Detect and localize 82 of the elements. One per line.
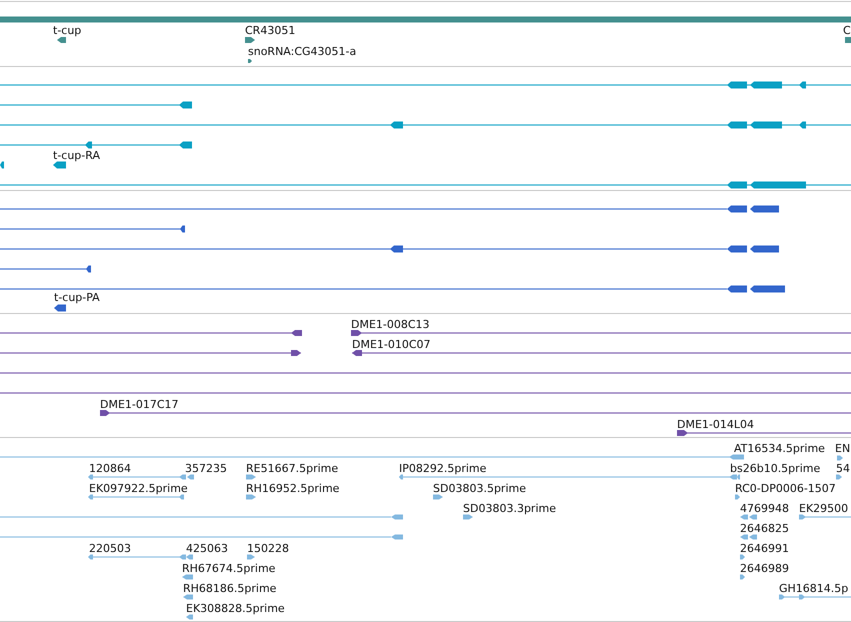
feature-label: IP08292.5prime — [399, 462, 486, 475]
est-glyph[interactable] — [779, 594, 851, 600]
protein-glyph[interactable] — [0, 286, 785, 292]
feature-label: t-cup-PA — [54, 291, 100, 304]
feature-label: 425063 — [186, 542, 228, 555]
feature-label: 54 — [836, 462, 850, 475]
feature-label: SD03803.3prime — [463, 502, 556, 515]
feature-label: 2646825 — [740, 522, 789, 535]
clone-glyph[interactable] — [100, 410, 851, 416]
feature-label: AT16534.5prime — [734, 442, 825, 455]
transcript-glyph[interactable] — [53, 162, 66, 168]
est-glyph[interactable] — [88, 494, 184, 500]
est-glyph[interactable] — [247, 554, 255, 560]
gene-glyph[interactable] — [245, 37, 255, 43]
feature-label: RE51667.5prime — [246, 462, 338, 475]
transcript-glyph[interactable] — [0, 102, 192, 108]
feature-label: snoRNA:CG43051-a — [248, 45, 356, 58]
feature-label: t-cup — [53, 24, 82, 37]
est-glyph[interactable] — [729, 474, 740, 480]
est-glyph[interactable] — [0, 514, 403, 520]
est-glyph[interactable] — [463, 514, 473, 520]
feature-label: EK308828.5prime — [186, 602, 285, 615]
est-glyph[interactable] — [433, 494, 443, 500]
feature-label: 4769948 — [740, 502, 789, 515]
clone-glyph[interactable] — [352, 350, 851, 356]
clone-glyph[interactable] — [0, 330, 302, 336]
est-glyph[interactable] — [837, 456, 843, 460]
est-glyph[interactable] — [799, 514, 851, 520]
feature-label: CR43051 — [245, 24, 296, 37]
protein-glyph[interactable] — [0, 226, 185, 232]
transcript-glyph[interactable] — [0, 122, 851, 128]
est-glyph[interactable] — [0, 454, 744, 460]
feature-label: 150228 — [247, 542, 289, 555]
est-glyph[interactable] — [735, 494, 740, 500]
est-glyph[interactable] — [182, 574, 193, 580]
feature-label: 120864 — [89, 462, 131, 475]
transcript-glyph[interactable] — [0, 162, 4, 168]
gene-glyph[interactable] — [57, 37, 66, 43]
clone-glyph[interactable] — [351, 330, 851, 336]
est-glyph[interactable] — [88, 474, 194, 480]
feature-label: RH67674.5prime — [182, 562, 276, 575]
protein-glyph[interactable] — [0, 246, 779, 252]
feature-label: DME1-014L04 — [677, 418, 754, 431]
protein-glyph[interactable] — [0, 206, 779, 212]
transcript-glyph[interactable] — [0, 82, 851, 88]
feature-label: DME1-010C07 — [352, 338, 431, 351]
feature-label: RC0-DP0006-1507 — [735, 482, 836, 495]
feature-label: 2646991 — [740, 542, 789, 555]
feature-label: RH68186.5prime — [183, 582, 276, 595]
feature-label: RH16952.5prime — [246, 482, 340, 495]
est-glyph[interactable] — [183, 594, 193, 600]
feature-label: DME1-008C13 — [351, 318, 430, 331]
est-glyph[interactable] — [0, 534, 403, 540]
est-glyph[interactable] — [186, 614, 193, 620]
est-glyph[interactable] — [186, 554, 193, 560]
est-glyph[interactable] — [836, 474, 842, 480]
est-glyph[interactable] — [740, 514, 757, 520]
feature-label: 220503 — [89, 542, 131, 555]
feature-label: t-cup-RA — [53, 149, 100, 162]
protein-glyph[interactable] — [54, 304, 66, 312]
feature-label: 2646989 — [740, 562, 789, 575]
feature-label: SD03803.5prime — [433, 482, 526, 495]
feature-label: DME1-017C17 — [100, 398, 179, 411]
clone-glyph[interactable] — [677, 430, 851, 436]
feature-label: EK097922.5prime — [89, 482, 188, 495]
protein-glyph[interactable] — [0, 266, 91, 272]
feature-label: EK29500 — [799, 502, 848, 515]
est-glyph[interactable] — [740, 554, 745, 560]
feature-label: EN — [835, 442, 850, 455]
est-glyph[interactable] — [88, 554, 186, 560]
feature-label: 357235 — [185, 462, 227, 475]
gene-glyph[interactable] — [248, 59, 252, 63]
est-glyph[interactable] — [246, 494, 256, 500]
feature-label: C — [843, 24, 851, 37]
transcript-glyph[interactable] — [0, 182, 851, 188]
feature-label: GH16814.5p — [779, 582, 848, 595]
est-glyph[interactable] — [740, 534, 757, 540]
transcript-glyph[interactable] — [0, 142, 192, 148]
est-glyph[interactable] — [246, 474, 256, 480]
est-glyph[interactable] — [740, 574, 745, 580]
feature-label: bs26b10.5prime — [730, 462, 820, 475]
clone-glyph[interactable] — [0, 350, 301, 356]
